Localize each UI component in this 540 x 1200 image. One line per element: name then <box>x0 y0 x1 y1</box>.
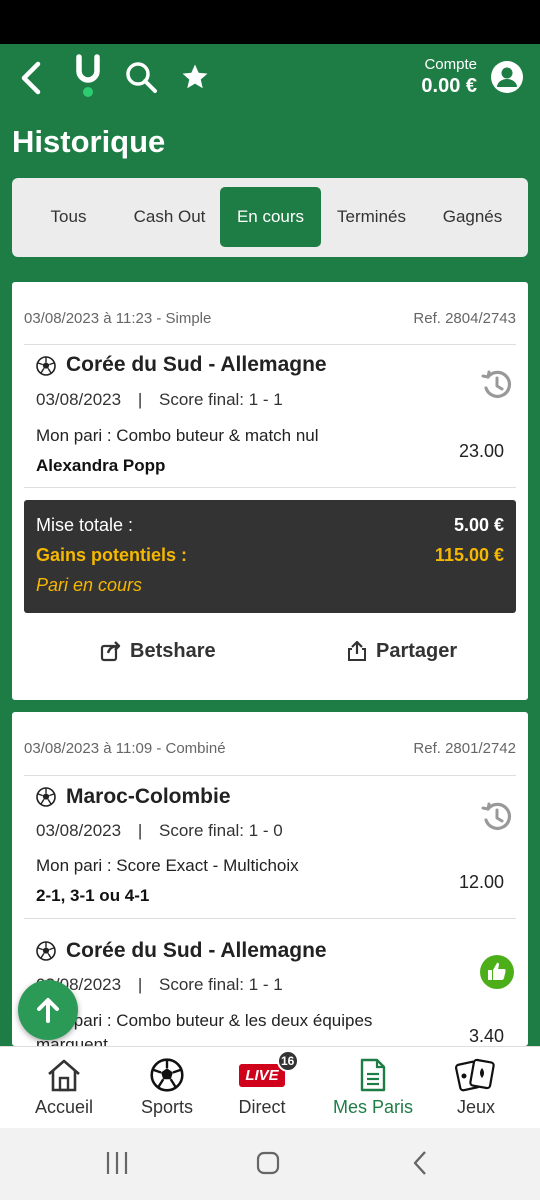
share-button[interactable]: Partager <box>346 636 457 666</box>
nav-label: Mes Paris <box>332 1097 413 1117</box>
bet-selection: 2-1, 3-1 ou 4-1 <box>36 886 150 905</box>
bet-odds: 23.00 <box>458 441 504 461</box>
nav-label: Jeux <box>456 1097 496 1117</box>
system-back-icon[interactable] <box>408 1150 434 1176</box>
nav-sports[interactable]: Sports <box>115 1055 219 1129</box>
account-balance[interactable]: 0.00 € <box>421 75 477 98</box>
match-info: 03/08/2023 | Score final: 1 - 1 <box>36 390 283 410</box>
match-title[interactable]: Maroc-Colombie <box>66 785 231 809</box>
bet-odds: 3.40 <box>468 1026 504 1046</box>
separator: | <box>137 390 143 409</box>
bet-card: 03/08/2023 à 11:09 - Combiné Ref. 2801/2… <box>12 712 528 1046</box>
bet-type: Mon pari : Combo buteur & match nul <box>36 426 319 445</box>
won-thumbs-up-icon <box>480 955 514 989</box>
nav-direct[interactable]: LIVE 16 Direct <box>210 1049 314 1129</box>
tab-cash-out[interactable]: Cash Out <box>119 187 220 247</box>
match-info: 03/08/2023 | Score final: 1 - 1 <box>36 975 283 995</box>
share-label: Partager <box>376 639 458 662</box>
divider <box>24 775 516 776</box>
live-badge: LIVE 16 <box>239 1049 299 1087</box>
nav-label: Accueil <box>34 1097 94 1117</box>
pending-history-icon <box>481 370 512 398</box>
bet-selection: Alexandra Popp <box>36 456 166 475</box>
bet-date-type: 03/08/2023 à 11:23 - Simple <box>24 310 212 327</box>
bet-summary: Mise totale : 5.00 € Gains potentiels : … <box>24 500 516 613</box>
match-title[interactable]: Corée du Sud - Allemagne <box>66 939 327 963</box>
final-score: Score final: 1 - 1 <box>158 390 283 409</box>
divider <box>24 918 516 919</box>
nav-accueil[interactable]: Accueil <box>12 1055 116 1129</box>
bet-date-type: 03/08/2023 à 11:09 - Combiné <box>24 740 226 757</box>
star-icon[interactable] <box>180 62 210 92</box>
search-icon[interactable] <box>124 60 158 94</box>
stake-label: Mise totale : <box>36 515 134 535</box>
bet-card: 03/08/2023 à 11:23 - Simple Ref. 2804/27… <box>12 282 528 700</box>
bet-reference: Ref. 2801/2742 <box>413 740 516 757</box>
playing-cards-icon <box>454 1058 495 1092</box>
top-app-bar: Compte 0.00 € <box>0 44 540 110</box>
separator: | <box>137 975 143 994</box>
arrow-up-icon <box>37 998 59 1023</box>
betshare-button[interactable]: Betshare <box>100 636 216 666</box>
football-icon <box>36 787 56 807</box>
unibet-logo-icon[interactable] <box>74 54 102 100</box>
betshare-label: Betshare <box>130 639 216 662</box>
bet-status: Pari en cours <box>36 575 143 595</box>
match-title[interactable]: Corée du Sud - Allemagne <box>66 353 327 377</box>
betslip-document-icon <box>360 1058 386 1092</box>
tab-gagnes[interactable]: Gagnés <box>422 187 523 247</box>
gains-label: Gains potentiels : <box>36 545 188 565</box>
home-button-icon[interactable] <box>255 1150 281 1176</box>
recent-apps-icon[interactable] <box>104 1150 130 1176</box>
divider <box>24 344 516 345</box>
bet-reference: Ref. 2804/2743 <box>413 310 516 327</box>
nav-mes-paris[interactable]: Mes Paris <box>321 1055 425 1129</box>
scroll-to-top-button[interactable] <box>18 980 78 1040</box>
status-bar <box>0 0 540 44</box>
tab-en-cours[interactable]: En cours <box>220 187 321 247</box>
match-date: 03/08/2023 <box>36 821 122 840</box>
user-icon[interactable] <box>490 60 524 94</box>
account-label: Compte <box>424 56 477 73</box>
bottom-navigation: Accueil Sports LIVE 16 Direct Mes Paris … <box>0 1046 540 1128</box>
tab-tous[interactable]: Tous <box>18 187 119 247</box>
filter-tabs: Tous Cash Out En cours Terminés Gagnés <box>12 178 528 257</box>
match-info: 03/08/2023 | Score final: 1 - 0 <box>36 821 283 841</box>
football-icon <box>36 356 56 376</box>
final-score: Score final: 1 - 1 <box>158 975 283 994</box>
betshare-icon <box>100 641 121 662</box>
live-count-badge: 16 <box>276 1049 299 1072</box>
gains-value: 115.00 € <box>434 545 504 565</box>
bet-type: Mon pari : Combo buteur & les deux équip… <box>36 1011 373 1030</box>
pending-history-icon <box>481 802 512 830</box>
final-score: Score final: 1 - 0 <box>158 821 283 840</box>
bet-type: Mon pari : Score Exact - Multichoix <box>36 856 299 875</box>
divider <box>24 487 516 488</box>
separator: | <box>137 821 143 840</box>
match-date: 03/08/2023 <box>36 390 122 409</box>
nav-label: Sports <box>140 1097 194 1117</box>
share-icon <box>348 640 366 661</box>
stake-value: 5.00 € <box>453 515 504 535</box>
nav-label: Direct <box>238 1097 286 1117</box>
bet-odds: 12.00 <box>458 872 504 892</box>
system-navigation-bar <box>0 1128 540 1200</box>
home-icon <box>48 1059 80 1092</box>
nav-jeux[interactable]: Jeux <box>424 1055 528 1129</box>
football-icon <box>150 1058 184 1092</box>
football-icon <box>36 941 56 961</box>
tab-termines[interactable]: Terminés <box>321 187 422 247</box>
back-arrow-icon[interactable] <box>14 58 50 98</box>
live-badge-text: LIVE <box>245 1066 279 1084</box>
page-title: Historique <box>12 124 166 159</box>
